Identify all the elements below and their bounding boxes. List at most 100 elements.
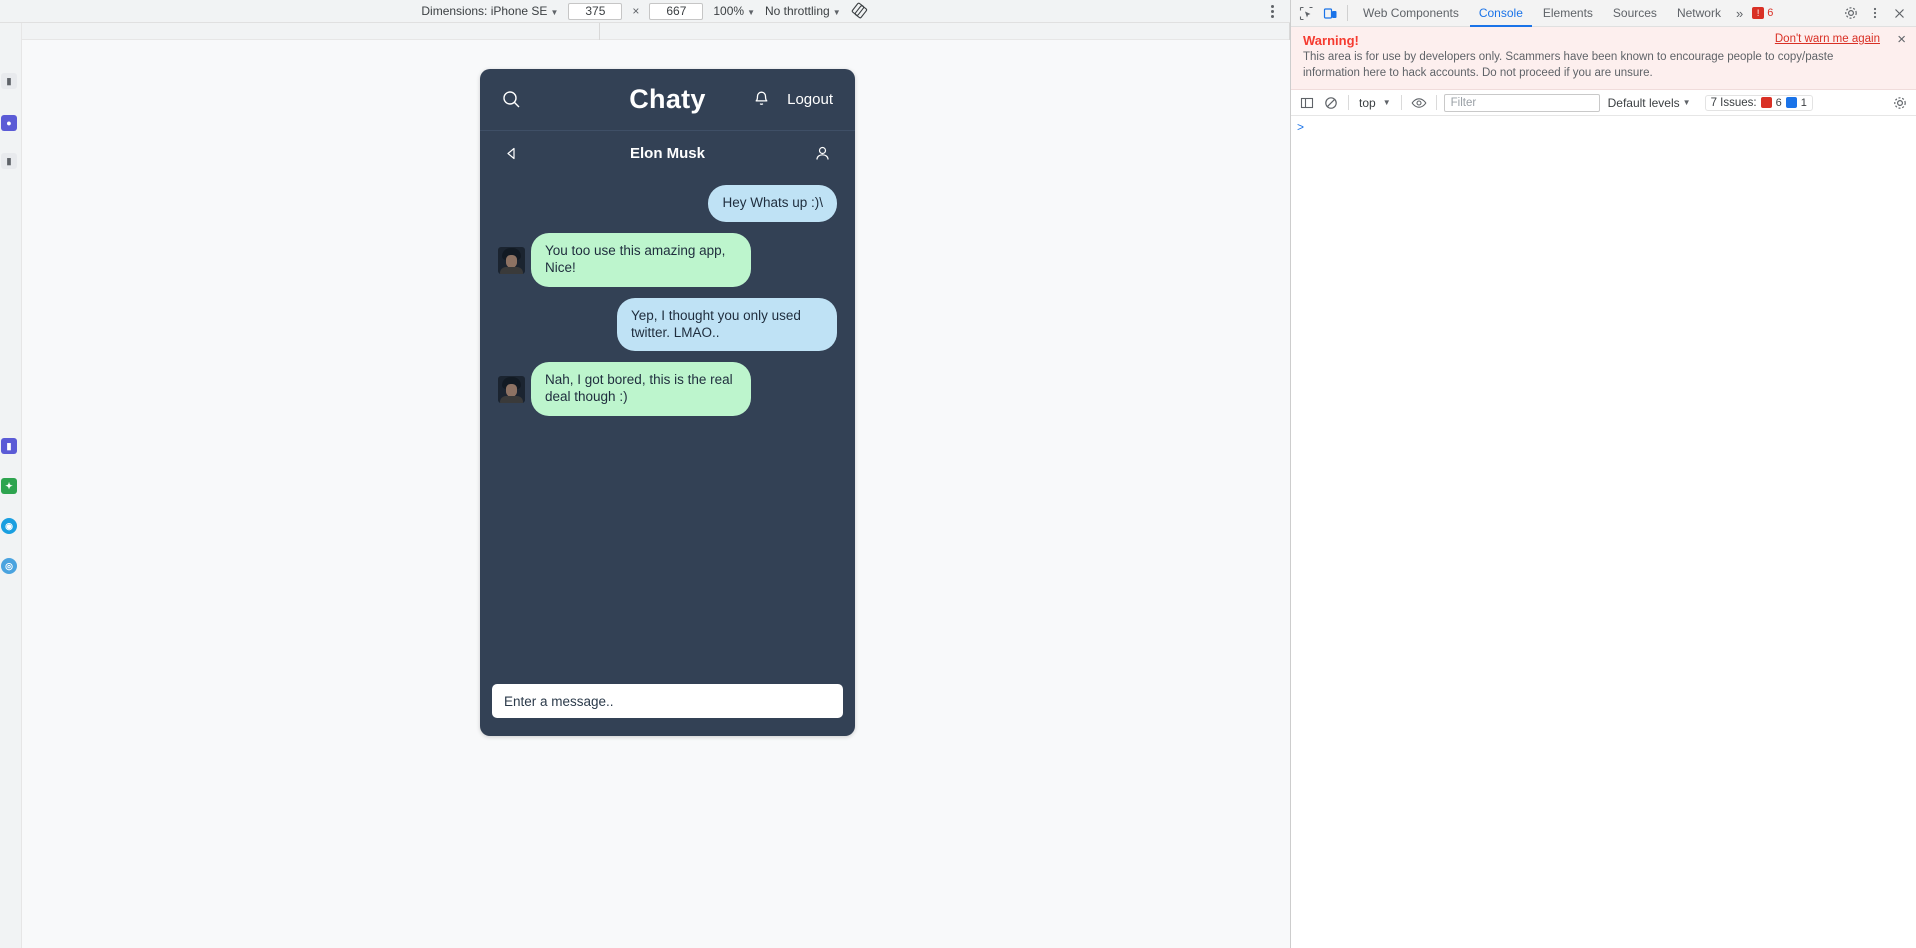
message-bubble: Nah, I got bored, this is the real deal … <box>531 362 751 417</box>
console-context-label: top <box>1359 95 1376 110</box>
back-arrow-icon[interactable] <box>504 146 519 161</box>
issues-info-icon <box>1785 97 1797 109</box>
toolbar-divider <box>1348 95 1349 111</box>
extension-icon-5[interactable]: ✦ <box>1 478 17 494</box>
page-canvas: Chaty Logout Elon Musk Hey Whats up:)\ … <box>22 23 1290 948</box>
browser-viewport-pane: Dimensions: iPhone SE▼ × 100%▼ No thrott… <box>0 0 1290 948</box>
tab-web-components[interactable]: Web Components <box>1354 0 1468 27</box>
emulated-viewport: ▮ ● ▮ ▮ ✦ ◉ ◎ Chaty Logout Elon Musk Hey… <box>0 23 1290 948</box>
message-bubble: Hey Whats up :)\ <box>708 185 837 222</box>
toolbar-divider <box>1435 95 1437 111</box>
settings-gear-icon[interactable] <box>1840 2 1862 24</box>
chevron-down-icon: ▼ <box>747 8 755 17</box>
extension-icon-4[interactable]: ▮ <box>1 438 17 454</box>
throttling-label: No throttling <box>765 4 830 18</box>
screen-root: Dimensions: iPhone SE▼ × 100%▼ No thrott… <box>0 0 1916 948</box>
extension-icon-3[interactable]: ▮ <box>1 153 17 169</box>
devtools-toolbar-actions <box>1840 2 1916 24</box>
chevron-down-icon: ▼ <box>550 8 559 17</box>
console-levels-select[interactable]: Default levels ▼ <box>1604 96 1695 110</box>
logout-button[interactable]: Logout <box>787 91 833 108</box>
inspect-element-icon[interactable] <box>1295 2 1317 24</box>
throttling-select[interactable]: No throttling ▼ <box>765 4 841 18</box>
message-composer <box>480 674 855 736</box>
vertical-ruler: ▮ ● ▮ ▮ ✦ ◉ ◎ <box>0 23 22 948</box>
search-icon[interactable] <box>502 90 521 109</box>
message-input[interactable] <box>492 684 843 718</box>
tab-network[interactable]: Network <box>1668 0 1730 27</box>
dimensions-separator: × <box>632 4 640 18</box>
chaty-app-window: Chaty Logout Elon Musk Hey Whats up:)\ … <box>480 69 855 736</box>
close-warning-icon[interactable]: × <box>1897 32 1906 47</box>
tab-console[interactable]: Console <box>1470 0 1532 27</box>
issues-summary-button[interactable]: 7 Issues: 6 1 <box>1704 94 1813 111</box>
device-toolbar-controls: Dimensions: iPhone SE▼ × 100%▼ No thrott… <box>421 2 868 20</box>
devtools-tab-bar: Web Components Console Elements Sources … <box>1291 0 1916 27</box>
notification-bell-icon[interactable] <box>752 90 771 109</box>
console-prompt-row[interactable]: > <box>1291 116 1916 138</box>
zoom-select[interactable]: 100% ▼ <box>713 4 755 18</box>
issues-error-icon <box>1760 97 1772 109</box>
message-bubble: You too use this amazing app, Nice! <box>531 232 751 287</box>
chevron-down-icon: ▼ <box>832 8 841 17</box>
more-tools-icon[interactable] <box>1864 2 1886 24</box>
error-badge-icon: ! <box>1752 7 1765 19</box>
error-count: 6 <box>1767 7 1774 19</box>
message-row: Hey Whats up :)\ <box>488 185 847 222</box>
avatar <box>498 376 525 404</box>
viewport-width-input[interactable] <box>568 2 623 20</box>
warning-body: This area is for use by developers only.… <box>1303 51 1834 79</box>
error-count-chip[interactable]: ! 6 <box>1749 7 1776 19</box>
avatar <box>498 246 525 274</box>
console-levels-label: Default levels <box>1607 95 1680 110</box>
chevron-down-icon: ▼ <box>1382 98 1391 108</box>
message-list[interactable]: Hey Whats up :)\ You too use this amazin… <box>480 175 855 674</box>
tab-sources[interactable]: Sources <box>1604 0 1666 27</box>
toolbar-divider <box>1400 95 1402 111</box>
more-tabs-icon[interactable]: » <box>1732 6 1747 21</box>
device-dimensions-select[interactable]: Dimensions: iPhone SE ▼ <box>421 4 558 18</box>
extension-icon-strip: ▮ ● ▮ ▮ ✦ ◉ ◎ <box>0 23 20 948</box>
message-row: You too use this amazing app, Nice! <box>488 232 847 287</box>
device-dimensions-label: Dimensions: iPhone SE <box>421 4 548 18</box>
zoom-label: 100% <box>713 4 745 18</box>
message-row: Nah, I got bored, this is the real deal … <box>488 362 847 417</box>
close-devtools-icon[interactable] <box>1888 2 1910 24</box>
header-actions: Logout <box>752 90 833 109</box>
device-toolbar-icon[interactable] <box>1319 2 1341 24</box>
console-settings-button[interactable] <box>1890 93 1910 113</box>
extension-icon-6[interactable]: ◉ <box>1 518 17 534</box>
console-toolbar: top ▼ Default levels ▼ 7 Issues: 6 1 <box>1291 90 1916 117</box>
devtools-warning-banner: Warning! This area is for use by develop… <box>1291 27 1916 91</box>
issues-error-count: 6 <box>1775 96 1782 109</box>
device-emulation-toolbar: Dimensions: iPhone SE▼ × 100%▼ No thrott… <box>0 0 1290 23</box>
issues-label: 7 Issues: <box>1710 96 1757 109</box>
chevron-down-icon: ▼ <box>1682 98 1691 108</box>
tab-elements[interactable]: Elements <box>1534 0 1602 27</box>
devtools-panel: Web Components Console Elements Sources … <box>1290 0 1916 948</box>
extension-icon-7[interactable]: ◎ <box>1 558 17 574</box>
extension-icon-2[interactable]: ● <box>1 115 17 131</box>
toolbar-divider <box>1347 5 1348 21</box>
chat-contact-header: Elon Musk <box>480 131 855 175</box>
console-context-select[interactable]: top ▼ <box>1356 96 1394 110</box>
issues-info-count: 1 <box>1800 96 1807 109</box>
console-output-area[interactable]: > <box>1291 116 1916 948</box>
dont-warn-again-link[interactable]: Don't warn me again <box>1775 33 1880 45</box>
user-profile-icon[interactable] <box>814 145 831 162</box>
console-settings-gear-icon[interactable] <box>1890 93 1910 113</box>
clear-console-icon[interactable] <box>1321 93 1341 113</box>
extension-icon-1[interactable]: ▮ <box>1 73 17 89</box>
chat-contact-name: Elon Musk <box>629 144 705 162</box>
live-expression-icon[interactable] <box>1409 93 1429 113</box>
app-header: Chaty Logout <box>480 69 855 131</box>
message-bubble: Yep, I thought you only used twitter. LM… <box>617 297 837 352</box>
console-sidebar-icon[interactable] <box>1297 93 1317 113</box>
viewport-height-input[interactable] <box>649 2 704 20</box>
rotate-device-icon[interactable] <box>851 2 869 20</box>
kebab-menu-icon[interactable] <box>1267 2 1278 21</box>
device-toolbar-more-button[interactable] <box>1267 0 1278 23</box>
message-row: Yep, I thought you only used twitter. LM… <box>488 297 847 352</box>
console-filter-input[interactable] <box>1443 93 1600 112</box>
horizontal-ruler <box>22 23 1290 40</box>
